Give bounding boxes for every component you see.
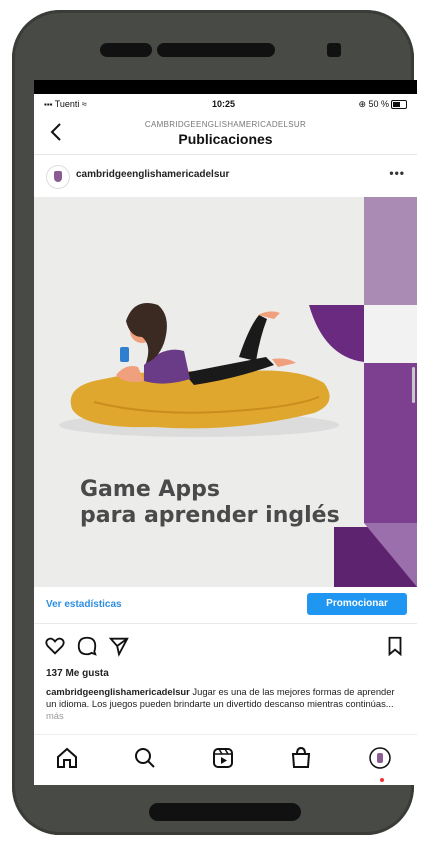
avatar[interactable] [46, 165, 70, 189]
likes-count[interactable]: 137 Me gusta [46, 668, 109, 679]
headline-line-2: para aprender inglés [80, 503, 340, 528]
profile-icon[interactable] [367, 745, 393, 771]
alarm-icon: ⊕ [358, 99, 369, 109]
carrier-label: ▪▪▪ Tuenti ≈ [44, 99, 87, 109]
app-screen: ▪▪▪ Tuenti ≈ 10:25 ⊕ 50 % CAMBRIDGEENGLI… [34, 94, 417, 785]
comment-icon[interactable] [76, 635, 98, 657]
home-icon[interactable] [54, 745, 80, 771]
heart-icon[interactable] [44, 635, 66, 657]
phone-sensor [100, 43, 152, 57]
caption-more-link[interactable]: más [46, 710, 64, 721]
post-actions [34, 629, 417, 663]
post-insights-row: Ver estadísticas Promocionar [34, 587, 417, 624]
notification-dot [380, 778, 384, 782]
status-time: 10:25 [212, 99, 236, 109]
phone-camera [327, 43, 341, 57]
battery-status: ⊕ 50 % [358, 99, 407, 110]
search-icon[interactable] [132, 745, 158, 771]
more-horizontal-icon[interactable]: ••• [389, 166, 405, 180]
phone-speaker [157, 43, 275, 57]
send-icon[interactable] [108, 635, 130, 657]
post-image[interactable]: Game Apps para aprender inglés [34, 197, 417, 587]
view-insights-link[interactable]: Ver estadísticas [46, 599, 122, 610]
post-caption: cambridgeenglishamericadelsur Jugar es u… [46, 686, 406, 722]
battery-percent: 50 % [368, 99, 389, 109]
shop-icon[interactable] [288, 745, 314, 771]
phone-screen: ▪▪▪ Tuenti ≈ 10:25 ⊕ 50 % CAMBRIDGEENGLI… [34, 80, 417, 785]
post-image-headline: Game Apps para aprender inglés [80, 477, 340, 529]
page-header: CAMBRIDGEENGLISHAMERICADELSUR Publicacio… [34, 116, 417, 155]
caption-username[interactable]: cambridgeenglishamericadelsur [46, 686, 190, 697]
battery-icon [391, 100, 407, 110]
status-bar: ▪▪▪ Tuenti ≈ 10:25 ⊕ 50 % [34, 94, 417, 116]
header-account: CAMBRIDGEENGLISHAMERICADELSUR [144, 120, 307, 129]
headline-line-1: Game Apps [80, 477, 221, 502]
post-header: cambridgeenglishamericadelsur ••• [34, 156, 417, 196]
wifi-icon: ≈ [79, 99, 87, 109]
bottom-navigation [34, 734, 417, 785]
carousel-scroll-indicator [412, 367, 415, 403]
bookmark-icon[interactable] [384, 635, 406, 657]
phone-home-button[interactable] [149, 803, 301, 821]
page-title: Publicaciones [178, 131, 273, 147]
post-username[interactable]: cambridgeenglishamericadelsur [76, 169, 229, 180]
promote-button[interactable]: Promocionar [307, 593, 407, 615]
signal-icon: ▪▪▪ [44, 100, 55, 109]
carrier-name: Tuenti [54, 99, 80, 109]
reels-icon[interactable] [210, 745, 236, 771]
